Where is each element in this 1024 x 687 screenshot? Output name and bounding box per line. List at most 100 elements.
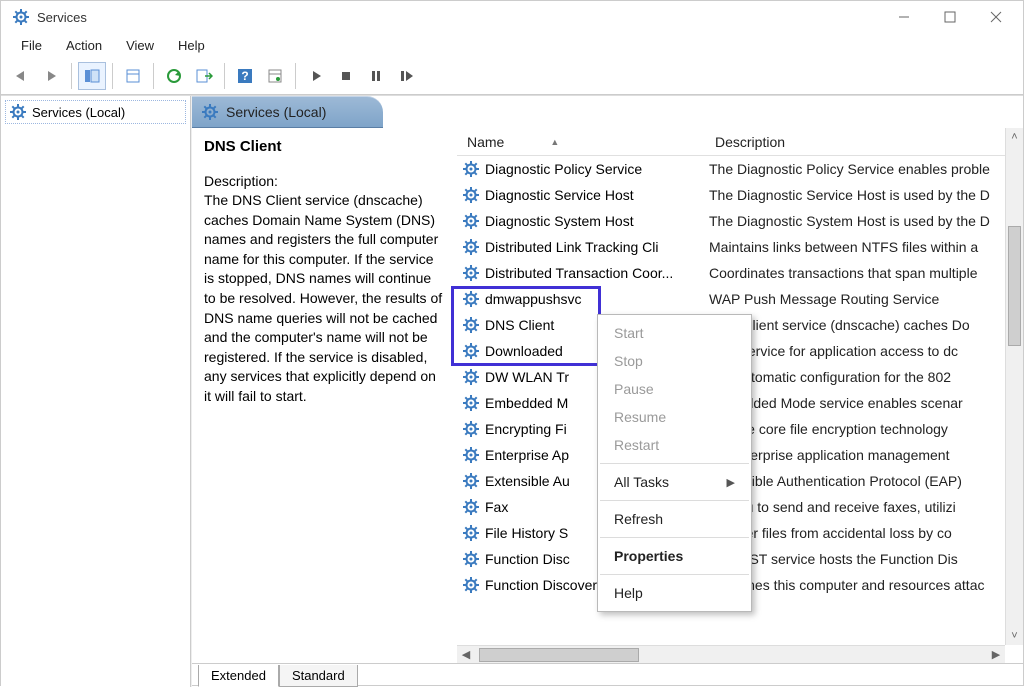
gear-icon bbox=[463, 343, 479, 359]
stop-service-button[interactable] bbox=[332, 62, 360, 90]
service-description: les you to send and receive faxes, utili… bbox=[705, 499, 1023, 515]
start-service-button[interactable] bbox=[302, 62, 330, 90]
description-label: Description: bbox=[204, 173, 445, 189]
gear-icon bbox=[463, 499, 479, 515]
service-description: Embedded Mode service enables scenar bbox=[705, 395, 1023, 411]
service-description: les enterprise application management bbox=[705, 447, 1023, 463]
context-menu-help[interactable]: Help bbox=[598, 579, 751, 607]
gear-icon bbox=[463, 291, 479, 307]
back-button[interactable] bbox=[7, 62, 35, 90]
service-description: lows service for application access to d… bbox=[705, 343, 1023, 359]
list-item[interactable]: dmwappushsvcWAP Push Message Routing Ser… bbox=[457, 286, 1023, 312]
service-name: Diagnostic Service Host bbox=[485, 187, 634, 203]
service-name: Embedded M bbox=[485, 395, 568, 411]
service-name: Function Disc bbox=[485, 551, 570, 567]
column-description[interactable]: Description bbox=[705, 130, 1023, 154]
service-description: DNS Client service (dnscache) caches Do bbox=[705, 317, 1023, 333]
service-description: Publishes this computer and resources at… bbox=[705, 577, 1023, 593]
hscrollbar-thumb[interactable] bbox=[479, 648, 639, 662]
minimize-button[interactable] bbox=[881, 1, 927, 33]
service-description: The Diagnostic Service Host is used by t… bbox=[705, 187, 1023, 203]
tree-node-label: Services (Local) bbox=[32, 105, 125, 120]
gear-icon bbox=[463, 395, 479, 411]
service-description: Maintains links between NTFS files withi… bbox=[705, 239, 1023, 255]
tab-standard[interactable]: Standard bbox=[279, 665, 358, 687]
service-name: Extensible Au bbox=[485, 473, 570, 489]
service-name: File History S bbox=[485, 525, 568, 541]
export-list-button[interactable] bbox=[190, 62, 218, 90]
selected-service-name: DNS Client bbox=[204, 138, 445, 155]
gear-icon bbox=[10, 104, 26, 120]
context-menu-stop[interactable]: Stop bbox=[598, 347, 751, 375]
context-menu-resume[interactable]: Resume bbox=[598, 403, 751, 431]
column-name[interactable]: Name ▲ bbox=[457, 130, 705, 154]
description-text: The DNS Client service (dnscache) caches… bbox=[204, 191, 445, 407]
service-name: Diagnostic System Host bbox=[485, 213, 634, 229]
context-menu-restart[interactable]: Restart bbox=[598, 431, 751, 459]
service-name: Distributed Link Tracking Cli bbox=[485, 239, 659, 255]
properties-button[interactable] bbox=[261, 62, 289, 90]
service-list: Name ▲ Description Diagnostic Policy Ser… bbox=[457, 128, 1023, 663]
navigation-tree[interactable]: Services (Local) bbox=[1, 96, 191, 687]
toolbar: ? bbox=[1, 57, 1023, 95]
help-button[interactable]: ? bbox=[231, 62, 259, 90]
services-app-icon bbox=[11, 7, 31, 27]
maximize-button[interactable] bbox=[927, 1, 973, 33]
gear-icon bbox=[463, 265, 479, 281]
tree-node-services-local[interactable]: Services (Local) bbox=[5, 100, 186, 124]
gear-icon bbox=[463, 239, 479, 255]
tab-extended[interactable]: Extended bbox=[198, 665, 279, 687]
gear-icon bbox=[463, 473, 479, 489]
menu-view[interactable]: View bbox=[114, 35, 166, 56]
export-button[interactable] bbox=[119, 62, 147, 90]
menubar: File Action View Help bbox=[1, 33, 1023, 57]
list-item[interactable]: Distributed Transaction Coor...Coordinat… bbox=[457, 260, 1023, 286]
sort-indicator-icon: ▲ bbox=[550, 137, 559, 147]
service-description: The Diagnostic Policy Service enables pr… bbox=[705, 161, 1023, 177]
context-menu-all-tasks[interactable]: All Tasks ▶ bbox=[598, 468, 751, 496]
service-name: Fax bbox=[485, 499, 508, 515]
menu-help[interactable]: Help bbox=[166, 35, 217, 56]
scroll-left-icon[interactable]: ◀ bbox=[457, 648, 475, 661]
gear-icon bbox=[463, 525, 479, 541]
scrollbar-thumb[interactable] bbox=[1008, 226, 1021, 346]
gear-icon bbox=[202, 104, 218, 120]
show-hide-tree-button[interactable] bbox=[78, 62, 106, 90]
context-menu: Start Stop Pause Resume Restart All Task… bbox=[597, 314, 752, 612]
scroll-up-ic-[interactable]: ˄ bbox=[1006, 128, 1023, 146]
list-item[interactable]: Distributed Link Tracking Cli Maintains l… bbox=[457, 234, 1023, 260]
gear-icon bbox=[463, 369, 479, 385]
gear-icon bbox=[463, 421, 479, 437]
service-name: DW WLAN Tr bbox=[485, 369, 569, 385]
list-item[interactable]: Diagnostic System Host The Diagnostic Sys… bbox=[457, 208, 1023, 234]
list-item[interactable]: Diagnostic Service Host The Diagnostic Se… bbox=[457, 182, 1023, 208]
scroll-right-icon[interactable]: ▶ bbox=[987, 648, 1005, 661]
scroll-down-icon[interactable]: ˅ bbox=[1006, 627, 1023, 645]
chevron-right-icon: ▶ bbox=[727, 476, 735, 489]
gear-icon bbox=[463, 213, 479, 229]
window-title: Services bbox=[37, 10, 87, 25]
menu-action[interactable]: Action bbox=[54, 35, 114, 56]
service-description: des automatic configuration for the 802 bbox=[705, 369, 1023, 385]
context-menu-properties[interactable]: Properties bbox=[598, 542, 751, 570]
service-description: The Diagnostic System Host is used by th… bbox=[705, 213, 1023, 229]
panel-header-label: Services (Local) bbox=[226, 104, 326, 120]
vertical-scrollbar[interactable]: ˄ ˅ bbox=[1005, 128, 1023, 645]
service-name: Encrypting Fi bbox=[485, 421, 567, 437]
close-button[interactable] bbox=[973, 1, 1019, 33]
gear-icon bbox=[463, 161, 479, 177]
context-menu-start[interactable]: Start bbox=[598, 319, 751, 347]
context-menu-pause[interactable]: Pause bbox=[598, 375, 751, 403]
refresh-button[interactable] bbox=[160, 62, 188, 90]
service-description: Extensible Authentication Protocol (EAP) bbox=[705, 473, 1023, 489]
restart-service-button[interactable] bbox=[392, 62, 420, 90]
context-menu-refresh[interactable]: Refresh bbox=[598, 505, 751, 533]
pause-service-button[interactable] bbox=[362, 62, 390, 90]
forward-button[interactable] bbox=[37, 62, 65, 90]
menu-file[interactable]: File bbox=[9, 35, 54, 56]
service-description: WAP Push Message Routing Service bbox=[705, 291, 1023, 307]
service-description: cts user files from accidental loss by c… bbox=[705, 525, 1023, 541]
list-item[interactable]: Diagnostic Policy ServiceThe Diagnostic … bbox=[457, 156, 1023, 182]
gear-icon bbox=[463, 551, 479, 567]
horizontal-scrollbar[interactable]: ◀ ▶ bbox=[457, 645, 1005, 663]
